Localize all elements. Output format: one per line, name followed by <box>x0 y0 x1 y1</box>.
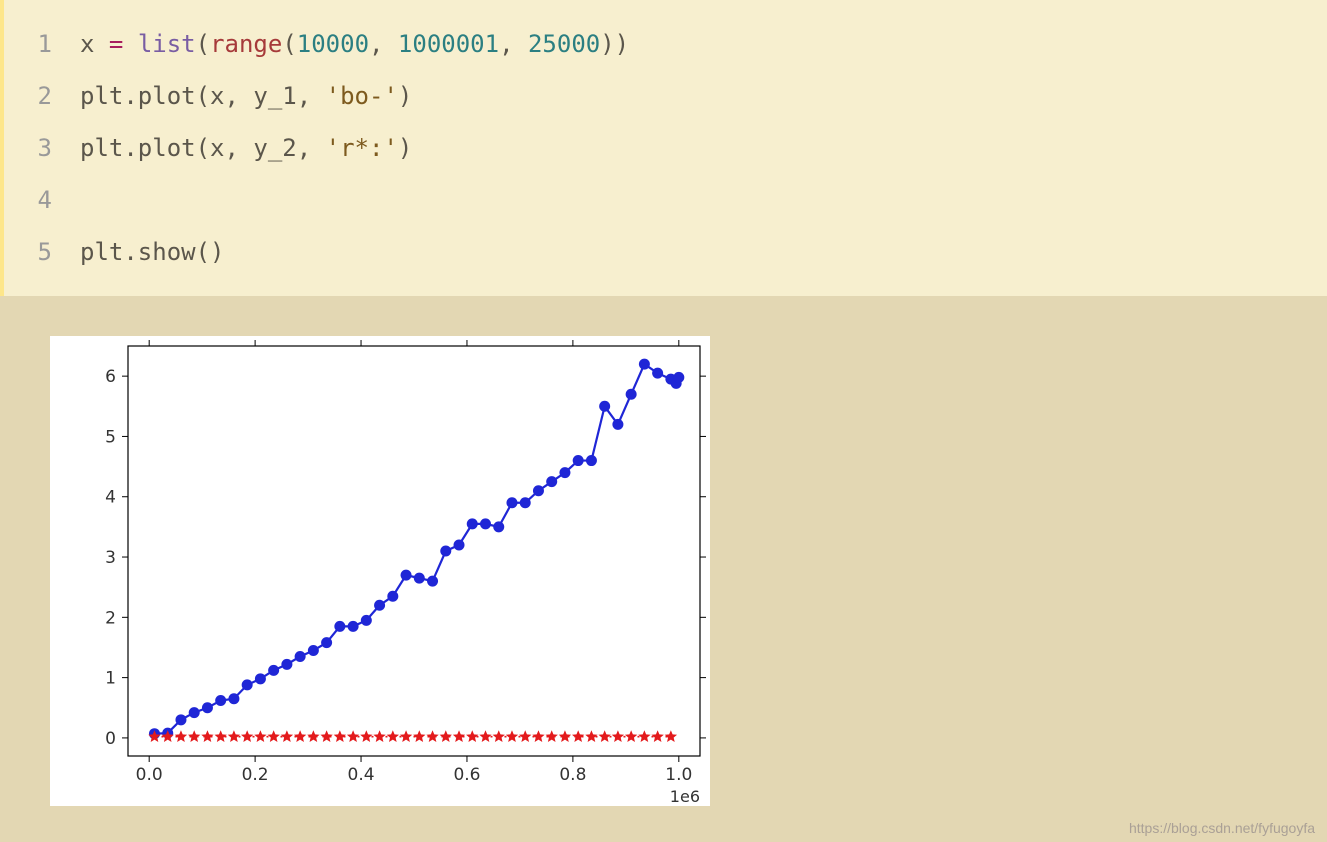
watermark: https://blog.csdn.net/fyfugoyfa <box>1129 820 1315 836</box>
svg-text:0.4: 0.4 <box>348 765 375 785</box>
svg-text:0.2: 0.2 <box>242 765 269 785</box>
code-text: plt.plot(x, y_1, 'bo-') <box>80 70 412 122</box>
svg-text:0.0: 0.0 <box>136 765 163 785</box>
code-line: 2plt.plot(x, y_1, 'bo-') <box>4 70 1327 122</box>
svg-text:2: 2 <box>105 608 116 628</box>
matplotlib-plot: 0 1 2 3 4 5 6 0.0 0.2 0.4 0.6 0.8 1.0 1e6 <box>50 336 710 806</box>
svg-text:0: 0 <box>105 729 116 749</box>
plot-area: 0 1 2 3 4 5 6 0.0 0.2 0.4 0.6 0.8 1.0 1e6 <box>50 336 710 806</box>
code-text: x = list(range(10000, 1000001, 25000)) <box>80 18 629 70</box>
svg-text:0.8: 0.8 <box>559 765 586 785</box>
svg-text:6: 6 <box>105 367 116 387</box>
svg-text:5: 5 <box>105 427 116 447</box>
code-text: plt.show() <box>80 226 225 278</box>
svg-text:1: 1 <box>105 669 116 689</box>
code-line: 4 <box>4 174 1327 226</box>
code-text: plt.plot(x, y_2, 'r*:') <box>80 122 412 174</box>
line-number: 3 <box>4 122 80 174</box>
line-number: 2 <box>4 70 80 122</box>
svg-text:1e6: 1e6 <box>670 787 700 806</box>
svg-text:3: 3 <box>105 548 116 568</box>
svg-text:4: 4 <box>105 488 116 508</box>
chart-output: 0 1 2 3 4 5 6 0.0 0.2 0.4 0.6 0.8 1.0 1e6 <box>0 296 1327 806</box>
line-number: 1 <box>4 18 80 70</box>
code-line: 5plt.show() <box>4 226 1327 278</box>
svg-text:0.6: 0.6 <box>453 765 480 785</box>
line-number: 4 <box>4 174 80 226</box>
code-line: 1x = list(range(10000, 1000001, 25000)) <box>4 18 1327 70</box>
code-block: 1x = list(range(10000, 1000001, 25000))2… <box>0 0 1327 296</box>
line-number: 5 <box>4 226 80 278</box>
code-line: 3plt.plot(x, y_2, 'r*:') <box>4 122 1327 174</box>
svg-text:1.0: 1.0 <box>665 765 692 785</box>
